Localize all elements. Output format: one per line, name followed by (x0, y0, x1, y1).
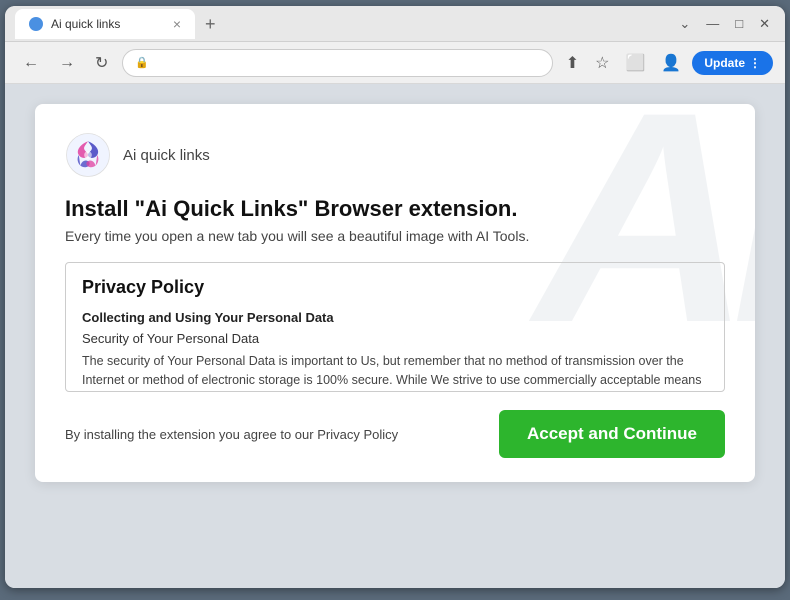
lock-icon: 🔒 (135, 56, 149, 69)
extension-name: Ai quick links (123, 147, 210, 164)
refresh-button[interactable]: ↻ (89, 49, 114, 77)
footer-note: By installing the extension you agree to… (65, 427, 398, 442)
back-button[interactable]: ← (17, 50, 45, 76)
tab-favicon (29, 17, 43, 31)
install-title: Install "Ai Quick Links" Browser extensi… (65, 196, 725, 222)
install-subtitle: Every time you open a new tab you will s… (65, 228, 725, 244)
extension-header: Ai quick links (65, 132, 725, 178)
policy-body-text: The security of Your Personal Data is im… (82, 352, 708, 392)
minimize-button[interactable]: — (701, 14, 724, 33)
install-card: Ai quick links Install "Ai Quick Links" … (35, 104, 755, 482)
address-input[interactable]: 🔒 (122, 49, 552, 77)
policy-title: Privacy Policy (82, 277, 708, 298)
tab-title: Ai quick links (51, 17, 120, 31)
forward-button[interactable]: → (53, 50, 81, 76)
update-chevron-icon: ⋮ (749, 56, 761, 70)
bookmark-icon[interactable]: ☆ (590, 49, 614, 77)
tab-area: Ai quick links × + (15, 9, 668, 39)
policy-subsection-title: Security of Your Personal Data (82, 331, 708, 346)
profile-icon[interactable]: 👤 (656, 49, 686, 77)
browser-tab[interactable]: Ai quick links × (15, 9, 195, 39)
address-bar: ← → ↻ 🔒 ⬆ ☆ ⬜ 👤 Update ⋮ (5, 42, 785, 84)
footer-note-text: By installing the extension you agree to… (65, 427, 398, 442)
extensions-icon[interactable]: ⬜ (620, 49, 650, 77)
tab-close-button[interactable]: × (173, 17, 181, 31)
page-content: Ai quick links Install "Ai Quick Links" … (5, 84, 785, 588)
update-button[interactable]: Update ⋮ (692, 51, 773, 75)
accept-and-continue-button[interactable]: Accept and Continue (499, 410, 725, 458)
policy-box[interactable]: Privacy Policy Collecting and Using Your… (65, 262, 725, 392)
card-inner: Ai quick links Install "Ai Quick Links" … (65, 132, 725, 458)
chevron-down-icon[interactable]: ⌄ (674, 14, 695, 34)
title-bar: Ai quick links × + ⌄ — □ ✕ (5, 6, 785, 42)
bottom-row: By installing the extension you agree to… (65, 410, 725, 458)
update-button-label: Update (704, 56, 745, 70)
new-tab-button[interactable]: + (199, 15, 222, 33)
window-controls: ⌄ — □ ✕ (674, 14, 775, 34)
browser-window: Ai quick links × + ⌄ — □ ✕ ← → ↻ 🔒 ⬆ ☆ ⬜… (5, 6, 785, 588)
policy-section-title: Collecting and Using Your Personal Data (82, 310, 708, 325)
extension-logo (65, 132, 111, 178)
toolbar-icons: ⬆ ☆ ⬜ 👤 Update ⋮ (561, 49, 773, 77)
maximize-button[interactable]: □ (730, 14, 748, 33)
close-window-button[interactable]: ✕ (754, 14, 775, 34)
share-icon[interactable]: ⬆ (561, 49, 584, 77)
